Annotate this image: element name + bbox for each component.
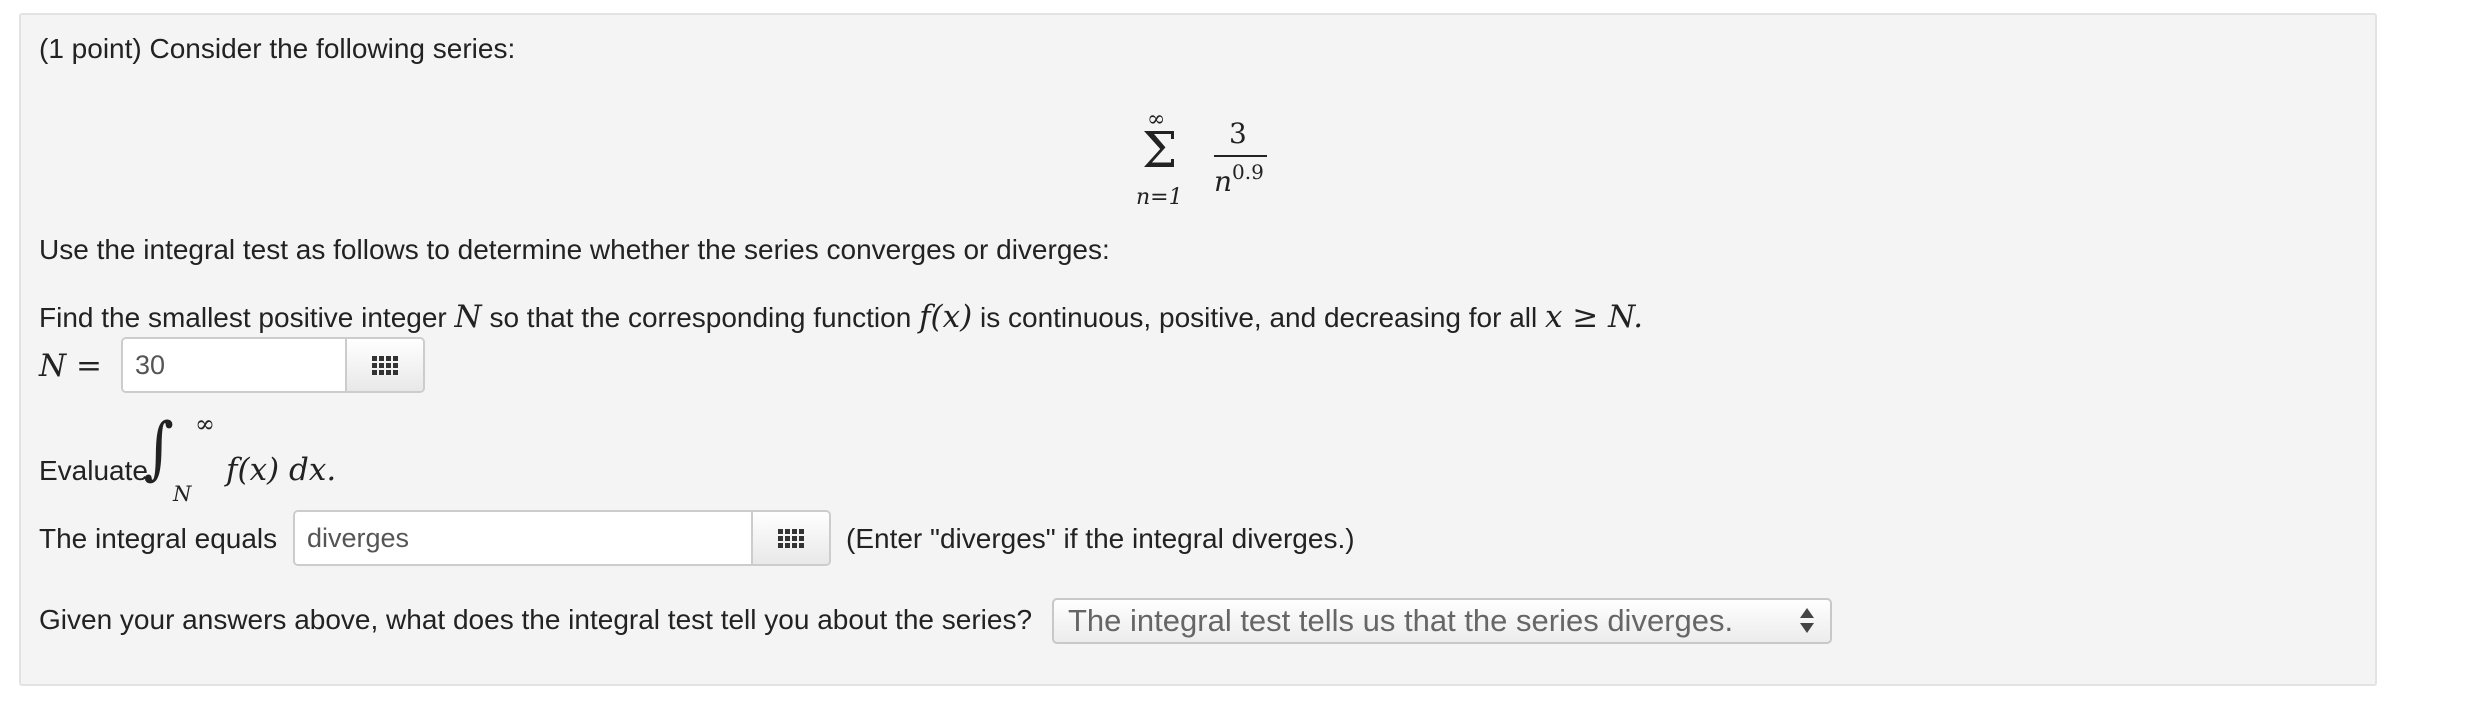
integral-equals-label: The integral equals <box>39 523 278 554</box>
evaluate-label: Evaluate <box>39 455 148 486</box>
integral-upper-limit: ∞ <box>195 410 215 438</box>
integrand: f(x) dx. <box>226 452 337 488</box>
problem-intro: (1 point) Consider the following series: <box>39 33 516 64</box>
integral-hint: (Enter "diverges" if the integral diverg… <box>846 523 1355 554</box>
integral-equation-editor-button[interactable] <box>751 512 829 564</box>
series-expression: ∞ Σ n=1 3 n0.9 <box>1136 105 1276 225</box>
integral-symbol: ∫ <box>143 409 174 488</box>
fraction-bar <box>1214 155 1267 157</box>
conclusion-select[interactable]: The integral test tells us that the seri… <box>1052 598 1832 644</box>
grid-icon <box>778 528 804 548</box>
denominator-exponent: 0.9 <box>1232 160 1264 184</box>
function-fx: f(x) <box>919 299 973 335</box>
updown-arrows-icon <box>1800 608 1814 634</box>
series-denominator: n0.9 <box>1214 160 1264 198</box>
series-numerator: 3 <box>1229 117 1247 150</box>
find-n-text-middle: so that the corresponding function <box>489 302 912 333</box>
integral-lower-limit: N <box>173 482 192 506</box>
n-answer-input[interactable]: 30 <box>123 339 345 391</box>
n-answer-label: N = <box>39 348 102 384</box>
find-n-sentence: Find the smallest positive integer N so … <box>39 299 1643 336</box>
var-n: N <box>454 299 482 335</box>
n-equation-editor-button[interactable] <box>345 339 423 391</box>
problem-card: (1 point) Consider the following series:… <box>19 13 2377 686</box>
denominator-base: n <box>1214 165 1233 198</box>
instruction-text: Use the integral test as follows to dete… <box>39 234 1110 265</box>
conclusion-question: Given your answers above, what does the … <box>39 604 1033 635</box>
sigma-symbol: Σ <box>1142 121 1178 179</box>
integral-answer-input[interactable]: diverges <box>295 512 751 564</box>
sum-lower-limit: n=1 <box>1136 185 1183 210</box>
conclusion-select-value: The integral test tells us that the seri… <box>1068 603 1734 638</box>
condition-x-ge-n: x ≥ N. <box>1545 299 1644 335</box>
n-answer-group: 30 <box>121 337 425 393</box>
find-n-text-before: Find the smallest positive integer <box>39 302 447 333</box>
grid-icon <box>372 355 398 375</box>
integral-answer-group: diverges <box>293 510 831 566</box>
find-n-text-after: is continuous, positive, and decreasing … <box>980 302 1538 333</box>
